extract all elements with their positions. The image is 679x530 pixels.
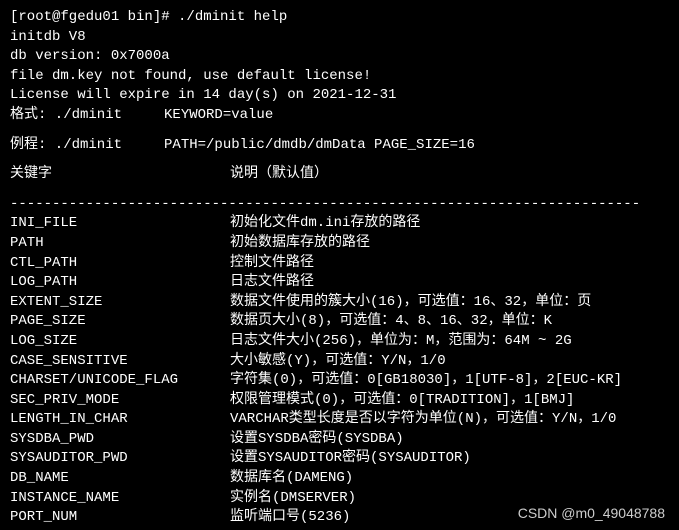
param-row: LENGTH_IN_CHARVARCHAR类型长度是否以字符为单位(N)，可选值… [10,410,669,430]
param-desc: 初始化文件dm.ini存放的路径 [230,214,669,234]
param-desc: 日志文件路径 [230,273,669,293]
param-row: LOG_PATH日志文件路径 [10,273,669,293]
table-header: 关键字 说明（默认值） [10,165,669,185]
param-desc: VARCHAR类型长度是否以字符为单位(N)，可选值：Y/N，1/0 [230,410,669,430]
param-key: EXTENT_SIZE [10,293,230,313]
param-row: SYSDBA_PWD设置SYSDBA密码(SYSDBA) [10,430,669,450]
header-desc: 说明（默认值） [230,165,669,185]
param-key: SYSAUDITOR_PWD [10,449,230,469]
param-desc: 设置SYSDBA密码(SYSDBA) [230,430,669,450]
param-key: DB_NAME [10,469,230,489]
param-key: INI_FILE [10,214,230,234]
param-key: CHARSET/UNICODE_FLAG [10,371,230,391]
output-line: License will expire in 14 day(s) on 2021… [10,86,669,106]
param-key: LOG_PATH [10,273,230,293]
param-row: EXTENT_SIZE数据文件使用的簇大小(16)，可选值：16、32，单位：页 [10,293,669,313]
output-line: file dm.key not found, use default licen… [10,67,669,87]
header-key: 关键字 [10,165,230,185]
param-key: LOG_SIZE [10,332,230,352]
param-row: CASE_SENSITIVE大小敏感(Y)，可选值：Y/N，1/0 [10,352,669,372]
param-row: LOG_SIZE日志文件大小(256)，单位为：M，范围为：64M ~ 2G [10,332,669,352]
param-desc: 初始数据库存放的路径 [230,234,669,254]
watermark: CSDN @m0_49048788 [518,504,665,524]
param-key: INSTANCE_NAME [10,489,230,509]
param-desc: 设置SYSAUDITOR密码(SYSAUDITOR) [230,449,669,469]
shell-prompt: [root@fgedu01 bin]# ./dminit help [10,8,669,28]
param-row: SYSAUDITOR_PWD设置SYSAUDITOR密码(SYSAUDITOR) [10,449,669,469]
param-desc: 数据文件使用的簇大小(16)，可选值：16、32，单位：页 [230,293,669,313]
divider: ----------------------------------------… [10,195,669,215]
param-row: SEC_PRIV_MODE权限管理模式(0)，可选值：0[TRADITION]，… [10,391,669,411]
param-desc: 权限管理模式(0)，可选值：0[TRADITION]，1[BMJ] [230,391,669,411]
param-key: SEC_PRIV_MODE [10,391,230,411]
format-line: 格式: ./dminit KEYWORD=value [10,106,669,126]
param-desc: 字符集(0)，可选值：0[GB18030]，1[UTF-8]，2[EUC-KR] [230,371,669,391]
param-desc: 数据页大小(8)，可选值：4、8、16、32，单位：K [230,312,669,332]
output-line: initdb V8 [10,28,669,48]
param-row: DB_NAME数据库名(DAMENG) [10,469,669,489]
param-desc: 大小敏感(Y)，可选值：Y/N，1/0 [230,352,669,372]
param-row: PAGE_SIZE数据页大小(8)，可选值：4、8、16、32，单位：K [10,312,669,332]
param-desc: 数据库名(DAMENG) [230,469,669,489]
param-key: CTL_PATH [10,254,230,274]
param-desc: 日志文件大小(256)，单位为：M，范围为：64M ~ 2G [230,332,669,352]
param-key: SYSDBA_PWD [10,430,230,450]
param-key: CASE_SENSITIVE [10,352,230,372]
param-row: CTL_PATH控制文件路径 [10,254,669,274]
param-desc: 控制文件路径 [230,254,669,274]
example-line: 例程: ./dminit PATH=/public/dmdb/dmData PA… [10,136,669,156]
param-row: CHARSET/UNICODE_FLAG字符集(0)，可选值：0[GB18030… [10,371,669,391]
output-line: db version: 0x7000a [10,47,669,67]
param-key: LENGTH_IN_CHAR [10,410,230,430]
param-key: PATH [10,234,230,254]
param-key: PORT_NUM [10,508,230,528]
param-key: PAGE_SIZE [10,312,230,332]
param-row: PATH初始数据库存放的路径 [10,234,669,254]
param-row: INI_FILE初始化文件dm.ini存放的路径 [10,214,669,234]
